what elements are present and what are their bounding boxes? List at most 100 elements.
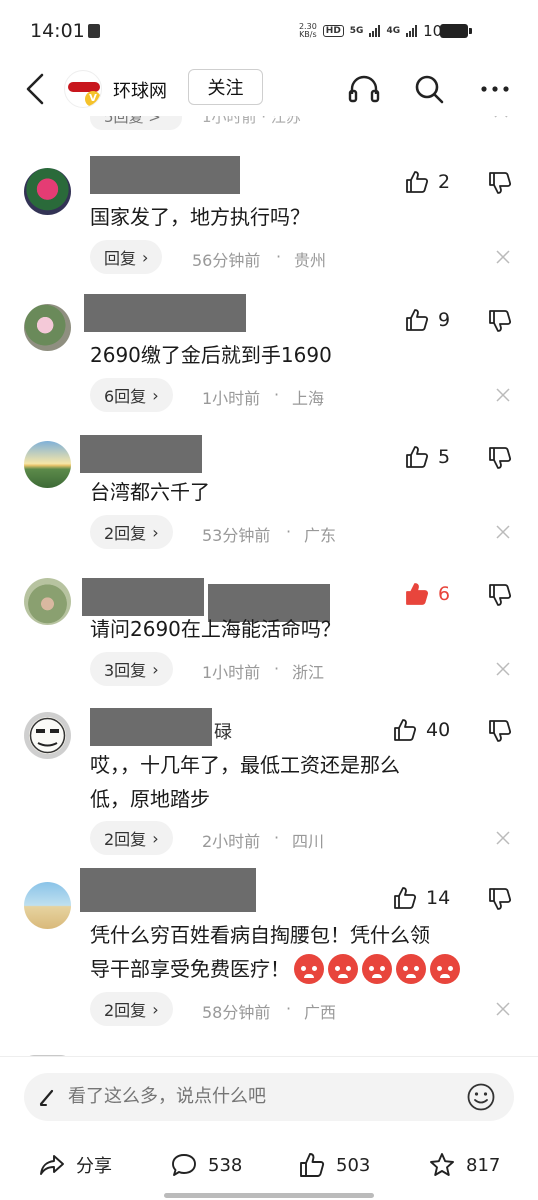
like-count: 9 — [438, 309, 451, 331]
comment-list: 5回复 > 1小时前 · 江苏 2 国家发了，地方执行吗？ 回复 › 56分钟前… — [0, 116, 538, 1056]
notification-icon — [88, 24, 100, 38]
close-icon[interactable] — [496, 250, 510, 264]
thumbs-up-icon — [300, 1153, 325, 1177]
meta-separator: · — [276, 247, 282, 266]
comment-text: 请问2690在上海能活命吗？ — [90, 617, 341, 641]
comment-location: 贵州 — [294, 251, 327, 270]
chevron-right-icon: › — [152, 659, 159, 679]
close-icon[interactable] — [496, 831, 510, 845]
username-redacted[interactable] — [80, 435, 202, 473]
reply-label: 6回复 — [104, 387, 147, 406]
angry-face-emoji — [396, 953, 426, 984]
like-button[interactable]: 40 — [392, 716, 450, 744]
like-count: 40 — [426, 719, 451, 741]
close-icon[interactable] — [496, 1002, 510, 1016]
reply-button[interactable]: 6回复 › — [90, 378, 173, 412]
reply-meta: 1小时前 · 江苏 — [202, 116, 301, 126]
comment-location: 广西 — [304, 1003, 337, 1022]
avatar[interactable] — [24, 441, 71, 488]
reply-label: 2回复 — [104, 524, 147, 543]
thumbs-down-icon[interactable] — [487, 308, 513, 334]
like-article-button[interactable]: 503 — [298, 1148, 370, 1182]
comment-text-line: 导干部享受免费医疗！ — [90, 952, 520, 986]
collapse-icon[interactable] — [494, 116, 508, 118]
search-icon[interactable] — [412, 72, 446, 106]
like-button[interactable]: 14 — [392, 884, 450, 912]
follow-button[interactable]: 关注 — [188, 69, 263, 105]
pen-icon — [39, 1089, 54, 1106]
angry-face-emoji — [328, 953, 358, 984]
angry-face-emoji — [294, 953, 324, 984]
avatar[interactable] — [24, 578, 71, 625]
bottom-toolbar: 分享 538 503 817 — [0, 1140, 538, 1190]
reply-label: 2回复 — [104, 830, 147, 849]
comment-location: 浙江 — [292, 663, 325, 682]
reply-button[interactable]: 回复 › — [90, 240, 163, 274]
reply-button[interactable]: 3回复 › — [90, 652, 173, 686]
thumbs-down-icon[interactable] — [487, 718, 513, 744]
like-count: 5 — [438, 446, 451, 468]
close-icon[interactable] — [496, 388, 510, 402]
meta-separator: · — [286, 999, 292, 1018]
reply-label: 2回复 — [104, 1001, 147, 1020]
username-redacted[interactable] — [90, 708, 212, 746]
comment-time: 58分钟前 — [202, 1003, 271, 1022]
site-logo[interactable]: V — [64, 70, 102, 108]
comment-text: 台湾都六千了 — [90, 480, 210, 504]
reply-button[interactable]: 5回复 > — [90, 116, 182, 130]
like-count: 6 — [438, 583, 451, 605]
partial-reply-row: 5回复 > 1小时前 · 江苏 — [90, 116, 520, 134]
avatar[interactable] — [24, 712, 71, 759]
home-indicator[interactable] — [164, 1193, 374, 1198]
like-button[interactable]: 6 — [404, 580, 450, 608]
thumbs-down-icon[interactable] — [487, 886, 513, 912]
like-button[interactable]: 5 — [404, 443, 450, 471]
close-icon[interactable] — [496, 662, 510, 676]
comment-text-line: 哎，，十几年了，最低工资还是那么 — [90, 753, 400, 777]
thumbs-up-icon — [394, 887, 417, 909]
battery-icon — [440, 24, 472, 38]
back-icon[interactable] — [22, 72, 50, 106]
site-name[interactable]: 环球网 — [113, 77, 167, 103]
thumbs-down-icon[interactable] — [487, 445, 513, 471]
comment-text: 2690缴了金后就到手1690 — [90, 343, 332, 367]
thumbs-up-icon — [406, 446, 429, 468]
meta-separator: · — [274, 385, 280, 404]
username-redacted[interactable] — [90, 156, 240, 194]
avatar[interactable] — [24, 882, 71, 929]
username-redacted[interactable] — [82, 578, 204, 616]
net-speed: 2.30 KB/s — [298, 22, 317, 39]
chevron-right-icon: › — [152, 828, 159, 848]
meta-separator: · — [286, 522, 292, 541]
username-redacted[interactable] — [80, 868, 256, 912]
avatar[interactable] — [24, 304, 71, 351]
comment-input-bar[interactable] — [24, 1073, 514, 1121]
share-button[interactable]: 分享 — [38, 1148, 112, 1182]
like-button[interactable]: 9 — [404, 306, 450, 334]
headphone-icon[interactable] — [347, 72, 381, 106]
reply-label: 3回复 — [104, 661, 147, 680]
comment-time: 2小时前 — [202, 832, 261, 851]
divider — [0, 1056, 538, 1057]
username-redacted[interactable] — [84, 294, 246, 332]
reply-button[interactable]: 2回复 › — [90, 992, 173, 1026]
avatar[interactable] — [24, 168, 71, 215]
reply-button[interactable]: 2回复 › — [90, 515, 173, 549]
signal-icon — [369, 25, 381, 37]
thumbs-down-icon[interactable] — [487, 582, 513, 608]
chevron-right-icon: › — [152, 385, 159, 405]
more-icon[interactable] — [478, 72, 512, 106]
favorite-button[interactable]: 817 — [428, 1148, 500, 1182]
article-header: V 环球网 关注 — [0, 62, 538, 116]
signal-icon-2 — [406, 25, 418, 37]
reply-button[interactable]: 2回复 › — [90, 821, 173, 855]
like-button[interactable]: 2 — [404, 168, 450, 196]
comments-button[interactable]: 538 — [170, 1148, 242, 1182]
comment-location: 上海 — [292, 389, 325, 408]
thumbs-down-icon[interactable] — [487, 170, 513, 196]
close-icon[interactable] — [496, 525, 510, 539]
emoji-icon[interactable] — [466, 1082, 496, 1112]
angry-face-emoji — [430, 953, 460, 984]
chevron-right-icon: › — [142, 247, 149, 267]
comment-input[interactable] — [68, 1086, 448, 1107]
